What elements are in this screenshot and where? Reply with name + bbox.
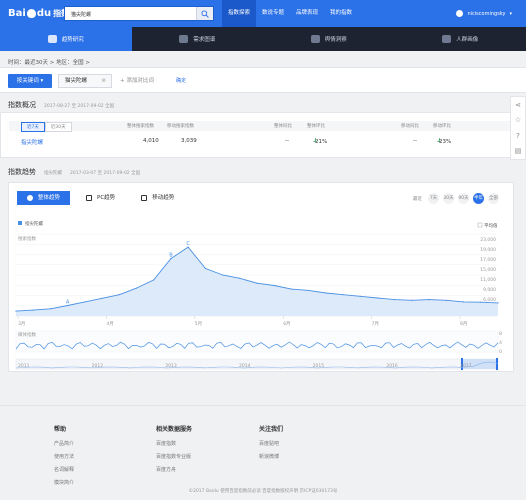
news-tick: 4 — [499, 340, 502, 346]
footer-link[interactable]: 百度贴吧 — [259, 440, 283, 447]
data-point — [359, 295, 361, 297]
footer-heading: 关注我们 — [259, 426, 284, 433]
legend-swatch — [18, 221, 22, 225]
y-axis-label: 搜索指数 — [18, 235, 36, 242]
y-tick-label: 19,000 — [480, 247, 496, 253]
overview-year-label: 2016 — [386, 363, 398, 369]
legend-label: 指尖陀螺 — [25, 220, 43, 227]
data-point — [153, 279, 155, 281]
news-tick: 8 — [499, 331, 502, 337]
peak-marker: C — [186, 241, 190, 247]
x-tick-label: 4月 — [106, 321, 113, 327]
side-toolbar: ⋖ ☆ ? ▤ — [510, 96, 526, 160]
data-point — [32, 309, 34, 311]
data-point — [118, 294, 120, 296]
slider-handle-right — [496, 358, 498, 370]
data-point — [221, 274, 224, 276]
trend-chart[interactable]: 指尖陀螺 平均值搜索指数 23,000 19,000 17,000 15,000 11,00… — [0, 0, 526, 380]
data-point — [239, 277, 241, 279]
footer-link[interactable]: 百度指数 — [156, 440, 192, 447]
footer-link[interactable]: 使用方法 — [54, 453, 74, 460]
help-icon[interactable]: ? — [516, 132, 520, 140]
footer-link[interactable]: 模块简介 — [54, 479, 74, 486]
news-area — [15, 330, 499, 353]
y-tick-label: 11,000 — [480, 277, 496, 283]
data-point — [273, 284, 275, 287]
data-point — [445, 299, 447, 301]
data-point — [428, 299, 430, 301]
y-tick-label: 17,000 — [480, 257, 496, 263]
peak-marker: B — [169, 253, 173, 259]
data-point — [101, 297, 103, 299]
data-point — [204, 267, 206, 270]
data-point — [480, 301, 482, 303]
footer-link[interactable]: 产品简介 — [54, 440, 74, 447]
footer-col-services: 相关数据服务 百度指数 百度指数专业版 百度方舟 — [156, 424, 192, 479]
news-tick: 0 — [499, 349, 502, 355]
x-tick-label: 3月 — [18, 321, 25, 327]
data-point — [84, 301, 86, 303]
data-point — [256, 282, 258, 284]
data-point — [462, 301, 465, 303]
footer-col-follow: 关注我们 百度贴吧 新浪微博 — [259, 424, 283, 466]
footer-col-help: 帮助 产品简介 使用方法 名词解释 模块简介 — [54, 424, 74, 492]
data-point — [135, 287, 138, 289]
data-point — [497, 302, 499, 304]
data-point — [49, 308, 52, 310]
data-point — [376, 297, 379, 299]
footer-link[interactable]: 百度指数专业版 — [156, 453, 192, 460]
footer-heading: 帮助 — [54, 426, 67, 433]
data-point — [325, 292, 327, 294]
footer-heading: 相关数据服务 — [156, 426, 193, 433]
overview-year-label: 2015 — [313, 363, 325, 369]
overview-year-label: 2012 — [92, 363, 104, 369]
footer-link[interactable]: 名词解释 — [54, 466, 74, 473]
data-point — [342, 294, 344, 296]
legend-average: 平均值 — [484, 222, 498, 229]
copyright: ©2017 Baidu 使用百度指数前必读 百度指数版权声明 京ICP证0301… — [188, 489, 338, 494]
legend-checkbox — [477, 222, 483, 228]
x-tick-label: 6月 — [283, 321, 290, 327]
data-point — [290, 288, 293, 290]
data-point — [308, 289, 310, 292]
overview-year-label: 2013 — [165, 363, 177, 369]
peak-marker: A — [66, 300, 70, 306]
share-icon[interactable]: ⋖ — [515, 101, 521, 109]
x-tick-label: 8月 — [460, 321, 467, 327]
x-tick-label: 5月 — [195, 321, 202, 327]
data-point — [411, 299, 413, 301]
footer: 帮助 产品简介 使用方法 名词解释 模块简介 相关数据服务 百度指数 百度指数专… — [0, 405, 526, 500]
overview-year-label: 2017 — [460, 363, 472, 369]
y-tick-label: 23,000 — [480, 237, 496, 243]
footer-link[interactable]: 新浪微博 — [259, 453, 283, 460]
star-icon[interactable]: ☆ — [515, 116, 521, 124]
y-tick-label: 15,000 — [480, 267, 496, 273]
data-point — [394, 299, 396, 301]
y-tick-label: 9,000 — [483, 287, 496, 293]
feedback-icon[interactable]: ▤ — [515, 147, 522, 155]
x-tick-label: 7月 — [372, 321, 379, 327]
data-point — [15, 310, 17, 312]
overview-year-label: 2014 — [239, 363, 251, 369]
footer-link[interactable]: 百度方舟 — [156, 466, 192, 473]
news-label: 媒体指数 — [18, 331, 36, 338]
overview-year-label: 2011 — [18, 363, 30, 369]
